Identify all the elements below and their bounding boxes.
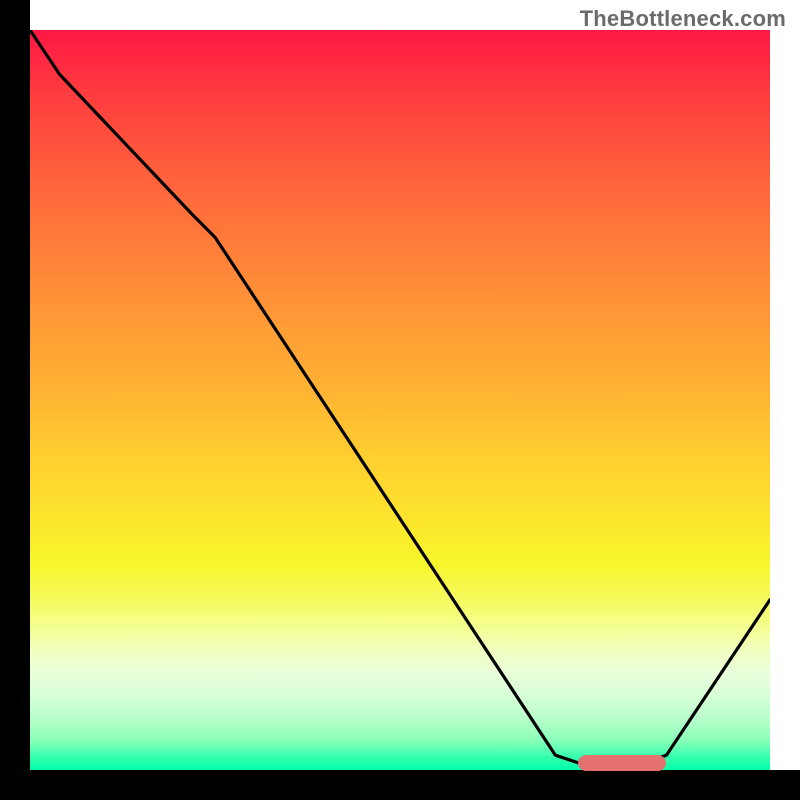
x-axis-bar [0,770,800,800]
y-axis-bar [0,0,30,800]
plot-area [30,30,770,770]
optimal-range-marker [578,755,667,771]
watermark-text: TheBottleneck.com [580,6,786,32]
bottleneck-curve [30,30,770,770]
